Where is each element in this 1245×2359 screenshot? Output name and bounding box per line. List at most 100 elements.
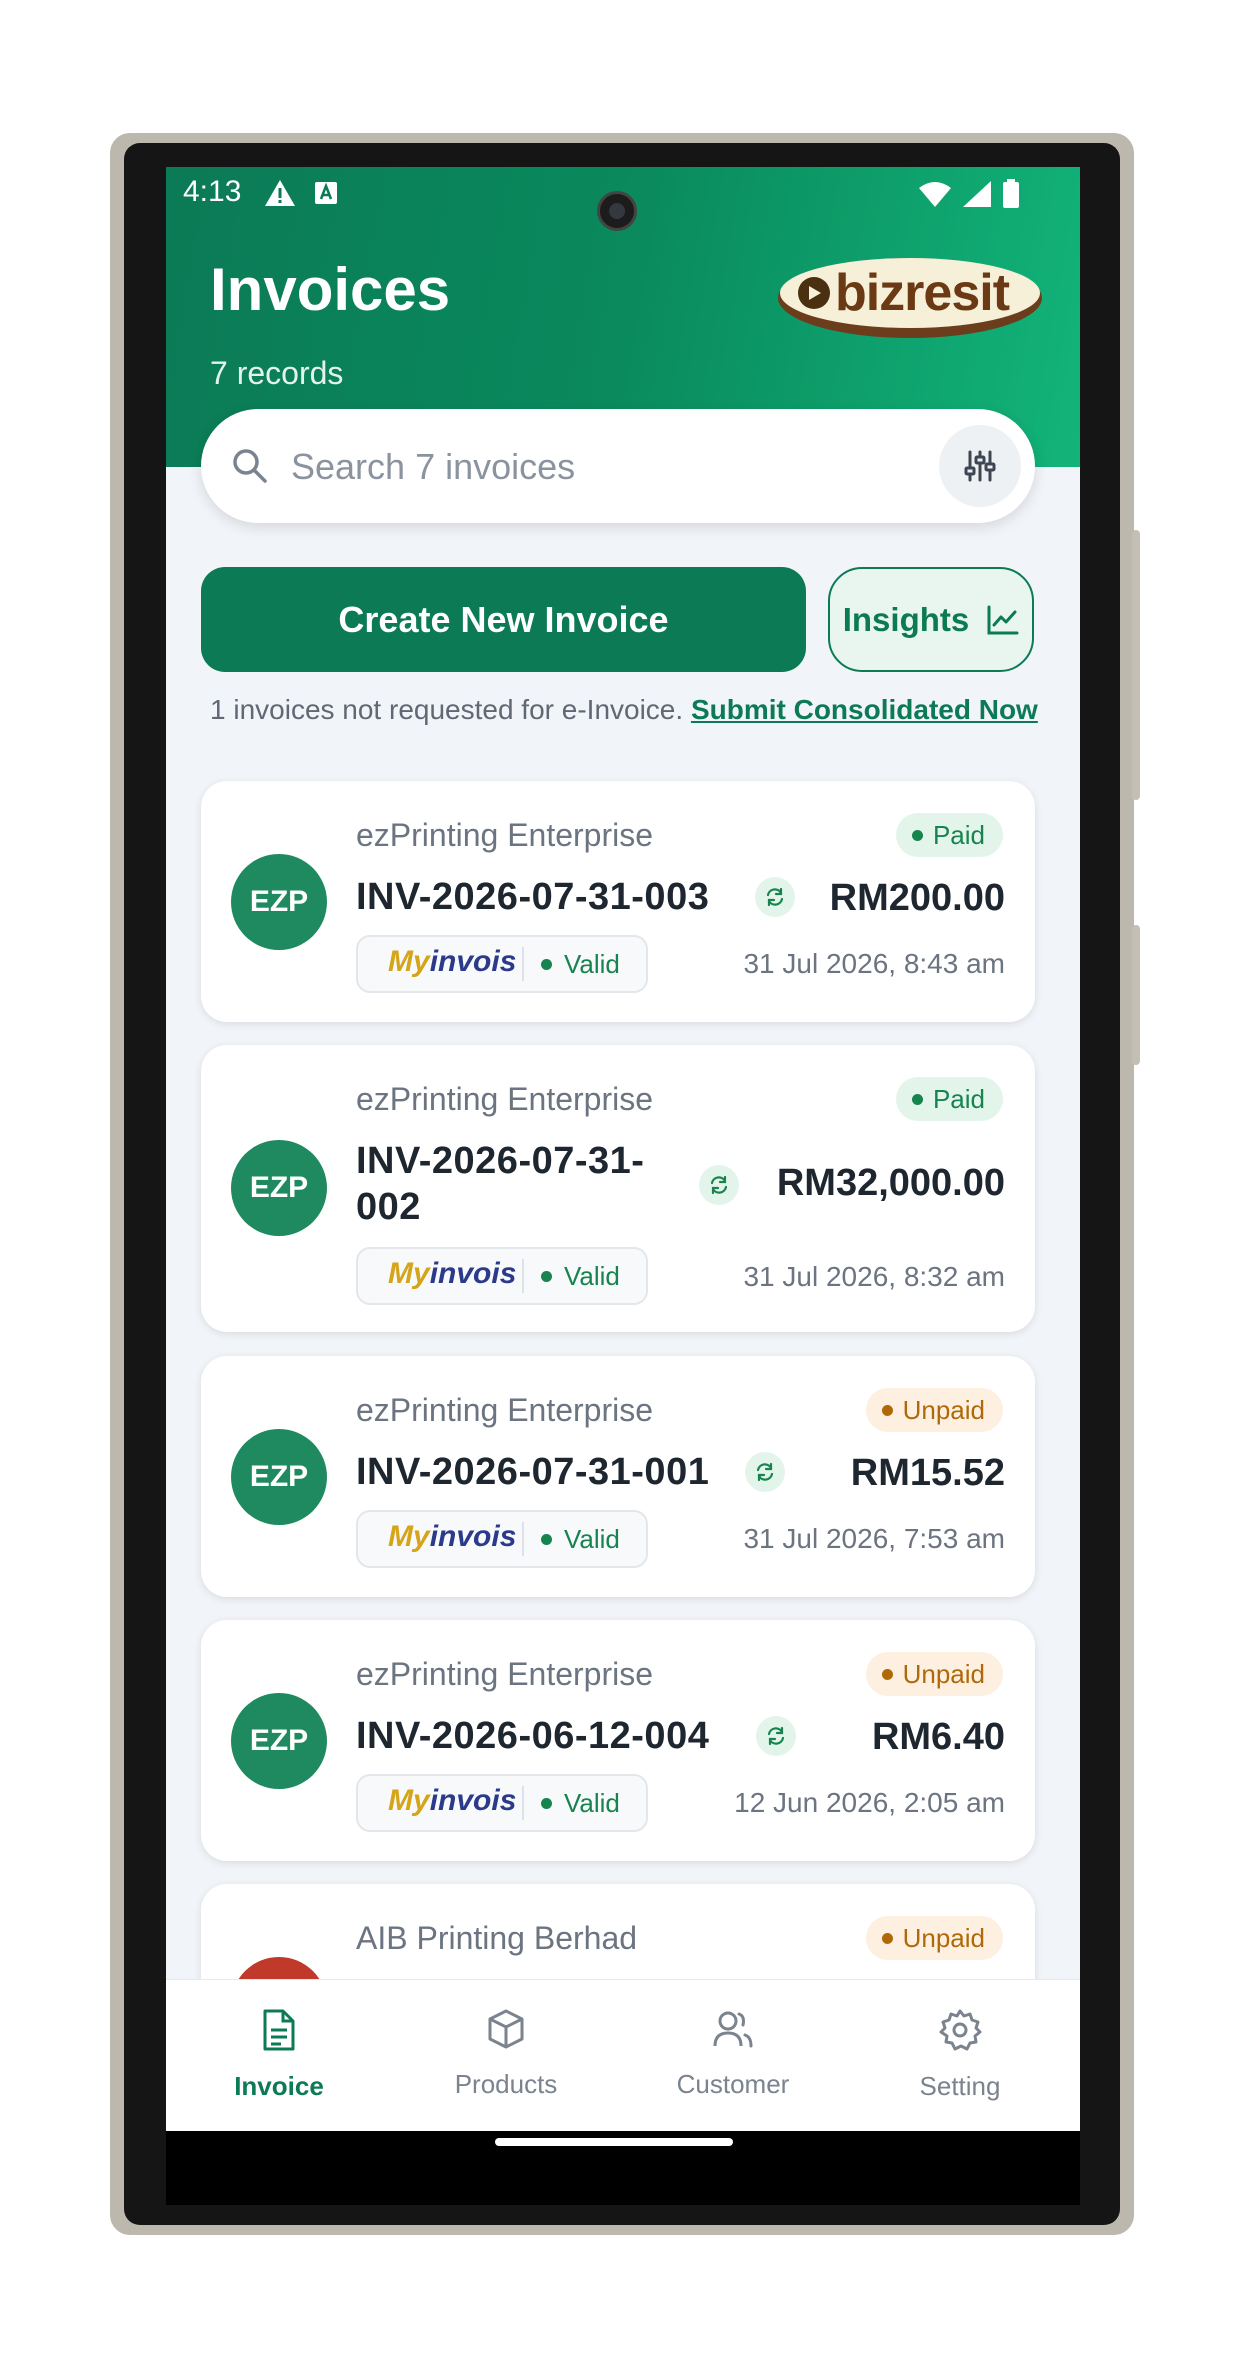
status-label: Paid [932, 1083, 985, 1114]
invoice-amount: RM15.52 [850, 1452, 1005, 1494]
submit-consolidated-link[interactable]: Submit Consolidated Now [691, 694, 1038, 725]
myinvois-status: Myinvois Valid [356, 1247, 648, 1305]
warning-icon [265, 180, 295, 206]
system-nav-area [166, 2150, 1080, 2205]
insights-button[interactable]: Insights [828, 567, 1034, 672]
bottom-nav: Invoice Products Customer Setting [166, 1979, 1080, 2132]
invoice-date: 31 Jul 2026, 7:53 am [743, 1523, 1005, 1554]
company-name: ezPrinting Enterprise [356, 817, 654, 853]
record-count: 7 records [210, 355, 344, 391]
signal-icon [963, 181, 991, 207]
myinvois-status: Myinvois Valid [356, 935, 648, 993]
invoice-date: 31 Jul 2026, 8:43 am [743, 948, 1005, 979]
company-name: ezPrinting Enterprise [356, 1656, 654, 1692]
einvoice-status: Valid [564, 949, 620, 979]
einvoice-valid: Valid [541, 1788, 620, 1819]
document-icon [263, 2009, 295, 2051]
avatar: EZP [231, 1140, 327, 1236]
nav-label: Customer [676, 2069, 790, 2099]
status-badge: Paid [895, 1077, 1003, 1121]
invoice-card[interactable]: EZP ezPrinting Enterprise Paid INV-2026-… [201, 1045, 1035, 1332]
sync-icon [745, 1452, 785, 1492]
company-name: ezPrinting Enterprise [356, 1392, 654, 1428]
search-input[interactable] [289, 437, 893, 497]
create-invoice-button[interactable]: Create New Invoice [201, 567, 806, 672]
myinvois-logo: Myinvois [388, 945, 517, 978]
invoice-date: 12 Jun 2026, 2:05 am [734, 1787, 1005, 1818]
invoice-number-line2: 002 [356, 1186, 421, 1228]
logo-mark-icon [798, 277, 830, 309]
chart-line-icon [987, 605, 1019, 634]
myinvois-status: Myinvois Valid [356, 1774, 648, 1832]
status-label: Unpaid [902, 1658, 985, 1689]
status-badge: Unpaid [865, 1388, 1003, 1432]
nav-item-customer[interactable]: Customer [633, 2008, 833, 2100]
font-icon [315, 182, 337, 204]
invoice-number: INV-2026-07-31-003 [356, 876, 710, 918]
home-indicator[interactable] [495, 2138, 733, 2146]
myinvois-logo: Myinvois [388, 1257, 517, 1290]
myinvois-logo: Myinvois [388, 1520, 517, 1553]
screen: 4:13 Invoices 7 records bizresit Create … [166, 167, 1080, 2150]
einvoice-status: Valid [564, 1524, 620, 1554]
nav-label: Setting [919, 2071, 1001, 2101]
sync-icon [756, 1716, 796, 1756]
invoice-number: INV-2026-07-31- 002 [356, 1138, 644, 1230]
status-label: Paid [932, 819, 985, 850]
einvoice-status: Valid [564, 1788, 620, 1818]
avatar: EZP [231, 1693, 327, 1789]
einvoice-status: Valid [564, 1261, 620, 1291]
nav-item-setting[interactable]: Setting [860, 2008, 1060, 2102]
avatar: EZP [231, 1429, 327, 1525]
invoice-number-line1: INV-2026-07-31- [356, 1140, 645, 1182]
invoice-number: INV-2026-07-31-001 [356, 1451, 710, 1493]
power-button [1132, 925, 1140, 1065]
nav-item-products[interactable]: Products [406, 2008, 606, 2100]
avatar: EZP [231, 854, 327, 950]
users-icon [713, 2011, 753, 2048]
invoice-card[interactable]: EZP ezPrinting Enterprise Unpaid INV-202… [201, 1620, 1035, 1861]
status-system-icons [918, 179, 1020, 209]
einvoice-valid: Valid [541, 1261, 620, 1292]
insights-label: Insights [842, 600, 970, 638]
battery-icon [1003, 179, 1019, 208]
sync-icon [699, 1165, 739, 1205]
invoice-amount: RM200.00 [829, 877, 1005, 919]
page-title: Invoices [210, 256, 451, 323]
myinvois-status: Myinvois Valid [356, 1510, 648, 1568]
bizresit-logo: bizresit [778, 258, 1042, 338]
volume-button [1132, 530, 1140, 800]
company-name: ezPrinting Enterprise [356, 1081, 654, 1117]
company-name: AIB Printing Berhad [356, 1920, 638, 1956]
nav-item-invoice[interactable]: Invoice [179, 2008, 379, 2102]
nav-label: Products [454, 2069, 558, 2099]
invoice-amount: RM6.40 [871, 1716, 1005, 1758]
status-time: 4:13 [183, 175, 242, 208]
invoice-number: INV-2026-06-12-004 [356, 1715, 710, 1757]
status-label: Unpaid [902, 1394, 985, 1425]
notice-text: 1 invoices not requested for e-Invoice. [210, 694, 684, 725]
sync-icon [755, 877, 795, 917]
invoice-date: 31 Jul 2026, 8:32 am [743, 1261, 1005, 1292]
status-badge: Unpaid [865, 1916, 1003, 1960]
nav-label: Invoice [234, 2071, 324, 2101]
einvoice-valid: Valid [541, 949, 620, 980]
wifi-icon [919, 182, 951, 207]
logo-text: bizresit [834, 264, 1010, 322]
status-notifications [264, 179, 338, 207]
myinvois-logo: Myinvois [388, 1784, 517, 1817]
einvoice-valid: Valid [541, 1524, 620, 1555]
status-badge: Paid [895, 813, 1003, 857]
gear-icon [939, 2009, 982, 2051]
invoice-card[interactable]: EZP ezPrinting Enterprise Paid INV-2026-… [201, 781, 1035, 1022]
search-bar [201, 409, 1035, 523]
box-icon [488, 2009, 524, 2049]
sliders-icon [964, 450, 996, 482]
status-badge: Unpaid [865, 1652, 1003, 1696]
filter-button[interactable] [939, 425, 1021, 507]
status-label: Unpaid [902, 1922, 985, 1953]
einvoice-notice: 1 invoices not requested for e-Invoice. … [210, 694, 1038, 726]
front-camera [597, 191, 637, 231]
invoice-card[interactable]: EZP ezPrinting Enterprise Unpaid INV-202… [201, 1356, 1035, 1597]
search-icon [233, 449, 267, 483]
